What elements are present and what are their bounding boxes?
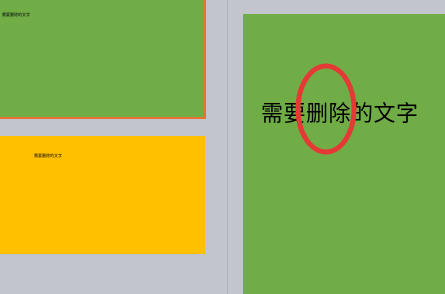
slide-thumbnail-2[interactable]: 需要删除的文字 <box>0 136 205 254</box>
thumbnail-2-text: 需要删除的文字 <box>34 153 62 158</box>
thumbnail-1-text: 需要删除的文字 <box>2 12 30 17</box>
red-circle-annotation <box>295 63 357 155</box>
annotation-ellipse <box>295 63 357 155</box>
panel-divider[interactable] <box>227 0 228 294</box>
slide-thumbnail-1[interactable]: 需要删除的文字 <box>0 0 206 119</box>
slide-thumbnail-panel: 需要删除的文字 需要删除的文字 <box>0 0 227 294</box>
